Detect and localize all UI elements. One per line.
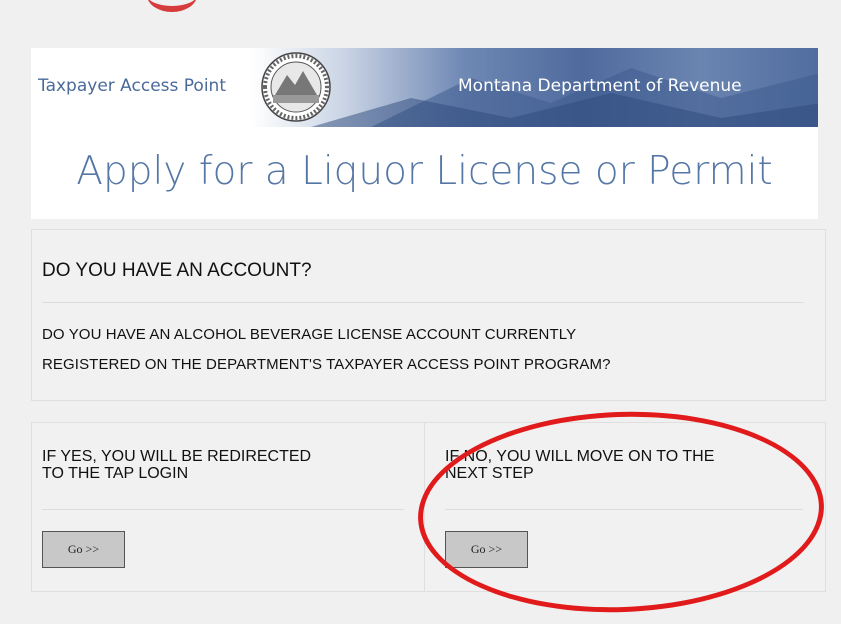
no-option-panel: IF NO, YOU WILL MOVE ON TO THE NEXT STEP… <box>424 422 826 592</box>
page-header: Taxpayer Access Point Montana Department… <box>31 48 818 219</box>
page-title: Apply for a Liquor License or Permit <box>76 149 773 194</box>
yes-option-text: IF YES, YOU WILL BE REDIRECTED TO THE TA… <box>42 448 402 482</box>
yes-option-panel: IF YES, YOU WILL BE REDIRECTED TO THE TA… <box>31 422 425 592</box>
divider <box>42 302 804 303</box>
no-option-text: IF NO, YOU WILL MOVE ON TO THE NEXT STEP <box>445 448 805 482</box>
question-heading: DO YOU HAVE AN ACCOUNT? <box>42 260 312 281</box>
no-go-button[interactable]: Go >> <box>445 531 528 568</box>
question-text: DO YOU HAVE AN ALCOHOL BEVERAGE LICENSE … <box>42 320 611 380</box>
yes-go-button[interactable]: Go >> <box>42 531 125 568</box>
yes-option-line-2: TO THE TAP LOGIN <box>42 465 189 482</box>
no-option-line-1: IF NO, YOU WILL MOVE ON TO THE <box>445 448 715 465</box>
divider <box>42 509 404 510</box>
yes-option-line-1: IF YES, YOU WILL BE REDIRECTED <box>42 448 312 465</box>
montana-state-seal-icon <box>261 52 331 122</box>
divider <box>445 509 803 510</box>
question-text-line-1: DO YOU HAVE AN ALCOHOL BEVERAGE LICENSE … <box>42 326 577 343</box>
banner-department-name: Montana Department of Revenue <box>458 76 742 96</box>
no-option-line-2: NEXT STEP <box>445 465 534 482</box>
banner-app-name: Taxpayer Access Point <box>38 76 226 96</box>
banner: Taxpayer Access Point Montana Department… <box>31 48 818 127</box>
highlight-arc-top <box>147 0 197 12</box>
question-text-line-2: REGISTERED ON THE DEPARTMENT'S TAXPAYER … <box>42 356 611 373</box>
account-question-panel: DO YOU HAVE AN ACCOUNT? DO YOU HAVE AN A… <box>31 229 826 401</box>
